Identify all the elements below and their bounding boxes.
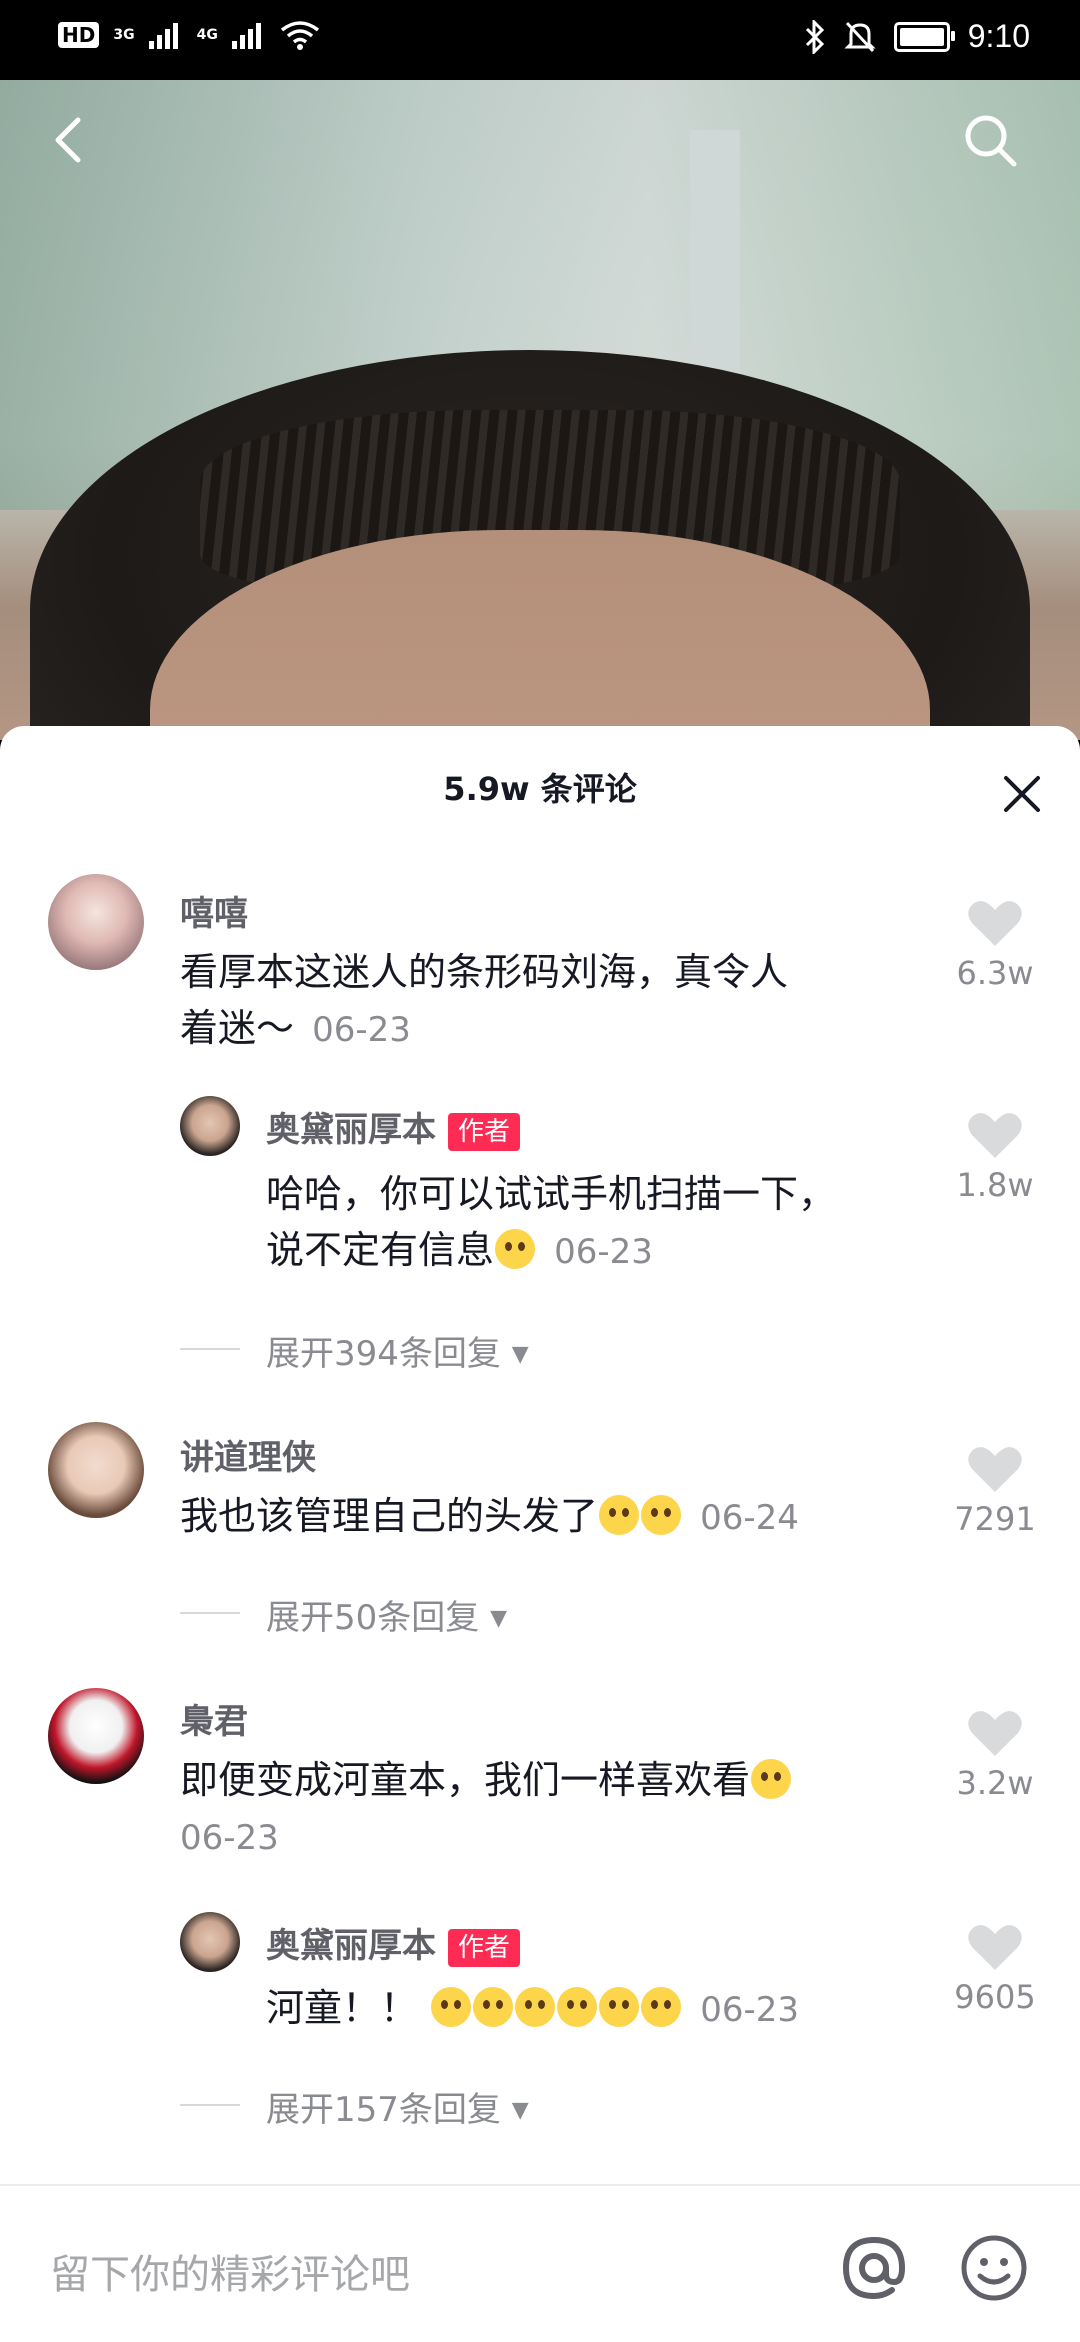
- heart-icon: [968, 1711, 1022, 1756]
- comment-text: 即便变成河童本，我们一样喜欢看 06-23: [180, 1752, 920, 1866]
- crying-laughing-emoji-icon: [473, 1987, 514, 2027]
- expand-replies-button[interactable]: 展开157条回复 ▼: [266, 2082, 529, 2131]
- reply-author-name: 奥黛丽厚本: [266, 1110, 436, 1150]
- comment-text-line: 我也该管理自己的头发了: [180, 1494, 599, 1538]
- rofl-emoji-icon: [751, 1759, 792, 1799]
- caret-down-icon: ▼: [490, 1606, 507, 1631]
- comments-count-title: 5.9w 条评论: [443, 770, 637, 808]
- like-button[interactable]: 3.2w: [940, 1708, 1050, 1802]
- emoji-icon[interactable]: [958, 2232, 1030, 2304]
- like-button[interactable]: 7291: [940, 1444, 1050, 1538]
- comment-text: 我也该管理自己的头发了 06-24: [180, 1488, 920, 1546]
- avatar[interactable]: [48, 874, 144, 970]
- rofl-emoji-icon: [599, 1987, 640, 2027]
- comment-text-line: 河童！！: [266, 1986, 419, 2030]
- crying-laughing-emoji-icon: [495, 1229, 536, 1269]
- avatar[interactable]: [48, 1688, 144, 1784]
- comment-author[interactable]: 梟君: [180, 1694, 248, 1743]
- comment-input[interactable]: 留下你的精彩评论吧: [50, 2242, 410, 2300]
- wifi-icon: [280, 21, 319, 50]
- search-icon[interactable]: [960, 110, 1020, 170]
- hd-indicator: HD: [58, 22, 100, 48]
- comments-sheet: 5.9w 条评论 嘻嘻 看厚本这迷人的条形码刘海，真令人 着迷～ 06-23 6…: [0, 726, 1080, 2340]
- avatar[interactable]: [180, 1912, 240, 1972]
- battery-icon: [893, 21, 955, 52]
- avatar[interactable]: [180, 1096, 240, 1156]
- comment-text-line: 看厚本这迷人的条形码刘海，真令人: [180, 950, 789, 994]
- expand-replies-label: 展开394条回复: [266, 1334, 501, 1374]
- like-button[interactable]: 9605: [940, 1922, 1050, 2016]
- reply-author[interactable]: 奥黛丽厚本 作者: [266, 1918, 521, 1967]
- comment-text: 哈哈，你可以试试手机扫描一下， 说不定有信息 06-23: [266, 1166, 926, 1280]
- expand-replies-button[interactable]: 展开394条回复 ▼: [266, 1326, 529, 1375]
- comment-date: 06-24: [700, 1498, 799, 1538]
- close-icon[interactable]: [1000, 772, 1044, 816]
- divider: [180, 2104, 240, 2106]
- chevron-left-icon[interactable]: [40, 110, 100, 170]
- heart-icon: [968, 1925, 1022, 1970]
- signal-icon: [148, 23, 178, 49]
- comment-author[interactable]: 讲道理侠: [180, 1430, 316, 1479]
- like-count: 3.2w: [956, 1764, 1034, 1802]
- heart-icon: [968, 1113, 1022, 1158]
- expand-replies-label: 展开157条回复: [266, 2090, 501, 2130]
- network-3g-label: 3G: [113, 27, 135, 43]
- video-player[interactable]: [0, 80, 1080, 740]
- comment-text-line: 着迷～: [180, 1006, 295, 1050]
- comment-date: 06-23: [180, 1818, 279, 1858]
- divider: [180, 1348, 240, 1350]
- avatar[interactable]: [48, 1422, 144, 1518]
- author-badge: 作者: [448, 1112, 521, 1151]
- divider: [180, 1612, 240, 1614]
- comment-text: 河童！！ 06-23: [266, 1980, 926, 2038]
- at-mention-icon[interactable]: [838, 2232, 910, 2304]
- crying-laughing-emoji-icon: [557, 1987, 598, 2027]
- author-badge: 作者: [448, 1928, 521, 1967]
- expand-replies-button[interactable]: 展开50条回复 ▼: [266, 1590, 507, 1639]
- like-count: 9605: [954, 1978, 1036, 2016]
- comment-text: 看厚本这迷人的条形码刘海，真令人 着迷～ 06-23: [180, 944, 920, 1058]
- status-bar: HD 3G 4G 9:10: [0, 0, 1080, 80]
- network-4g-label: 4G: [196, 27, 218, 43]
- mute-bell-icon: [844, 21, 876, 52]
- crying-laughing-emoji-icon: [515, 1987, 556, 2027]
- caret-down-icon: ▼: [511, 1342, 529, 1367]
- comment-text-line: 即便变成河童本，我们一样喜欢看: [180, 1758, 751, 1802]
- like-button[interactable]: 6.3w: [940, 898, 1050, 992]
- bluetooth-icon: [805, 19, 824, 54]
- signal-icon: [231, 23, 261, 49]
- heart-icon: [968, 1447, 1022, 1492]
- heart-icon: [968, 901, 1022, 946]
- pleading-face-emoji-icon: [641, 1495, 682, 1535]
- expand-replies-label: 展开50条回复: [266, 1598, 480, 1638]
- reply-author-name: 奥黛丽厚本: [266, 1926, 436, 1966]
- crying-laughing-emoji-icon: [431, 1987, 472, 2027]
- comment-date: 06-23: [554, 1232, 653, 1272]
- reply-author[interactable]: 奥黛丽厚本 作者: [266, 1102, 521, 1151]
- comment-author[interactable]: 嘻嘻: [180, 886, 248, 935]
- like-button[interactable]: 1.8w: [940, 1110, 1050, 1204]
- like-count: 6.3w: [956, 954, 1034, 992]
- caret-down-icon: ▼: [511, 2098, 529, 2123]
- pleading-face-emoji-icon: [599, 1495, 640, 1535]
- comment-date: 06-23: [312, 1010, 411, 1050]
- comment-date: 06-23: [700, 1990, 799, 2030]
- comment-text-line: 哈哈，你可以试试手机扫描一下，: [266, 1172, 837, 1216]
- rofl-emoji-icon: [641, 1987, 682, 2027]
- like-count: 1.8w: [956, 1166, 1034, 1204]
- comment-input-bar: 留下你的精彩评论吧: [0, 2184, 1080, 2342]
- clock: 9:10: [967, 18, 1030, 54]
- like-count: 7291: [954, 1500, 1036, 1538]
- comment-text-line: 说不定有信息: [266, 1228, 495, 1272]
